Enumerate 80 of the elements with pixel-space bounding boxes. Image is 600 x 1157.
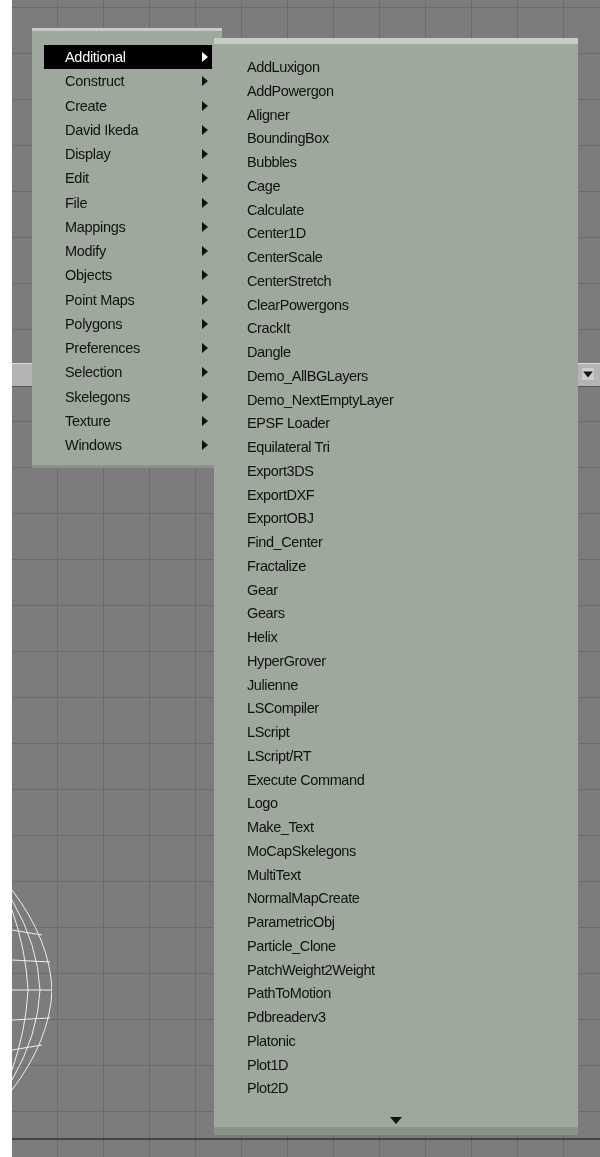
menu-item[interactable]: Mappings (44, 214, 212, 239)
submenu-item[interactable]: LScript/RT (247, 744, 312, 769)
submenu-item[interactable]: Center1D (247, 222, 306, 246)
menu-item[interactable]: Display (44, 142, 212, 167)
submenu-arrow-icon (202, 149, 208, 160)
submenu-arrow-icon (202, 294, 208, 305)
scroll-down-arrow-icon[interactable] (390, 1117, 402, 1124)
submenu-item[interactable]: CrackIt (247, 317, 291, 341)
menu-item[interactable]: Objects (44, 263, 212, 288)
submenu-arrow-icon (202, 391, 208, 402)
submenu-item[interactable]: Demo_AllBGLayers (247, 364, 368, 389)
submenu-item[interactable]: Calculate (247, 198, 304, 223)
submenu-arrow-icon (202, 246, 208, 257)
submenu-item[interactable]: Aligner (247, 103, 290, 128)
submenu-item[interactable]: Make_Text (247, 816, 314, 840)
submenu-item[interactable]: Plot1D (247, 1053, 289, 1078)
dropdown-arrow-icon[interactable] (582, 368, 594, 380)
submenu-item[interactable]: Plot2D (247, 1077, 289, 1101)
submenu-arrow-icon (202, 124, 208, 135)
submenu-arrow-icon (202, 270, 208, 281)
submenu-arrow-icon (202, 221, 208, 232)
menu-item[interactable]: Edit (44, 166, 212, 191)
menu-item[interactable]: Create (44, 93, 212, 118)
submenu-item[interactable]: AddLuxigon (247, 56, 320, 80)
menu-item[interactable]: File (44, 190, 212, 215)
submenu-item[interactable]: Julienne (247, 673, 298, 698)
submenu-item[interactable]: Cage (247, 174, 281, 199)
submenu-arrow-icon (202, 343, 208, 354)
submenu-arrow-icon (202, 76, 208, 87)
submenu-item[interactable]: BoundingBox (247, 127, 329, 151)
menu-item[interactable]: Selection (44, 360, 212, 385)
submenu-item[interactable]: LScript (247, 721, 290, 745)
submenu-item[interactable]: MoCapSkelegons (247, 839, 356, 864)
menu-item[interactable]: Windows (44, 433, 212, 458)
menu-item[interactable]: Preferences (44, 336, 212, 361)
submenu-item[interactable]: Logo (247, 792, 278, 816)
submenu-item[interactable]: ExportOBJ (247, 507, 314, 531)
menu-item[interactable]: Point Maps (44, 287, 212, 312)
submenu-arrow-icon (202, 440, 208, 451)
submenu-arrow-icon (202, 415, 208, 426)
submenu-item[interactable]: Equilateral Tri (247, 436, 330, 460)
menu-item[interactable]: Additional (44, 45, 212, 70)
submenu-item[interactable]: Execute Command (247, 768, 365, 793)
submenu-arrow-icon (202, 318, 208, 329)
submenu-item[interactable]: PatchWeight2Weight (247, 958, 375, 983)
submenu-item[interactable]: CenterStretch (247, 269, 332, 294)
submenu-item[interactable]: Gear (247, 578, 278, 603)
submenu-item[interactable]: CenterScale (247, 246, 323, 270)
submenu-item[interactable]: MultiText (247, 863, 301, 888)
submenu-item[interactable]: PathToMotion (247, 982, 331, 1006)
submenu-item[interactable]: Pdbreaderv3 (247, 1006, 326, 1030)
submenu-item[interactable]: Demo_NextEmptyLayer (247, 388, 394, 413)
submenu-item[interactable]: Helix (247, 626, 278, 650)
submenu-item[interactable]: AddPowergon (247, 79, 334, 104)
submenu-item[interactable]: Gears (247, 602, 285, 626)
submenu-item[interactable]: HyperGrover (247, 649, 326, 674)
submenu-item[interactable]: ClearPowergons (247, 293, 349, 318)
submenu-item[interactable]: NormalMapCreate (247, 887, 360, 911)
submenu-item[interactable]: Bubbles (247, 151, 297, 175)
submenu-arrow-icon (202, 197, 208, 208)
submenu-item[interactable]: Fractalize (247, 554, 306, 579)
submenu-item[interactable]: Platonic (247, 1029, 296, 1054)
menu-item[interactable]: Skelegons (44, 384, 212, 409)
submenu-arrow-icon (202, 100, 208, 111)
menu-item[interactable]: Polygons (44, 311, 212, 336)
submenu-arrow-icon (202, 367, 208, 378)
submenu-item[interactable]: LSCompiler (247, 697, 319, 721)
submenu-item[interactable]: ExportDXF (247, 483, 315, 508)
submenu-arrow-icon (202, 173, 208, 184)
submenu-item[interactable]: Export3DS (247, 459, 314, 484)
submenu-arrow-icon (202, 52, 208, 63)
menu-item[interactable]: Construct (44, 69, 212, 94)
menu-item[interactable]: Modify (44, 239, 212, 264)
submenu-item[interactable]: ParametricObj (247, 911, 335, 935)
submenu-item[interactable]: Find_Center (247, 531, 323, 555)
menu-item[interactable]: Texture (44, 408, 212, 433)
submenu-item[interactable]: Dangle (247, 341, 291, 365)
submenu-item[interactable]: Particle_Clone (247, 934, 336, 959)
submenu-item[interactable]: EPSF Loader (247, 412, 330, 436)
menu-item[interactable]: David Ikeda (44, 117, 212, 142)
